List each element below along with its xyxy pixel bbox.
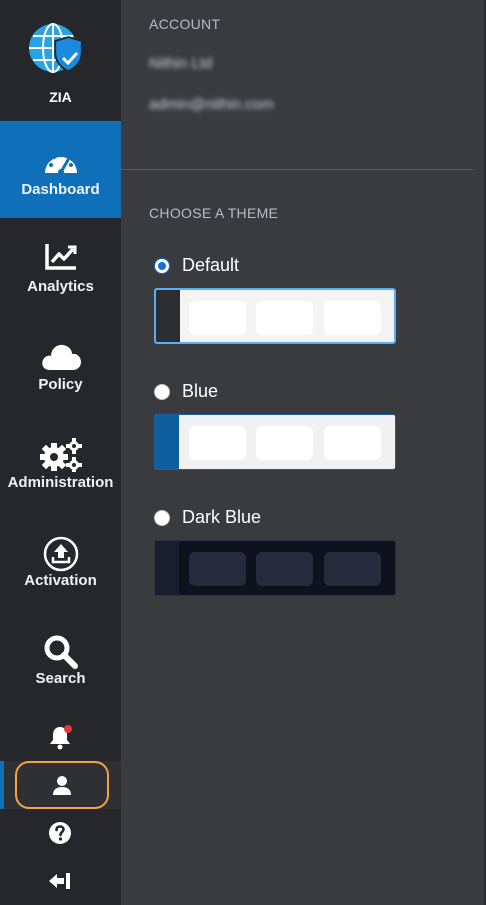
radio-dark-blue[interactable] <box>154 509 170 526</box>
user-row <box>0 761 121 809</box>
theme-preview-dark-blue[interactable] <box>154 540 396 596</box>
chart-icon <box>44 244 76 270</box>
nav-search[interactable]: Search <box>0 610 121 707</box>
preview-card <box>324 426 381 460</box>
preview-card <box>189 426 246 460</box>
account-panel: ACCOUNT Nithin Ltd admin@nithin.com CHOO… <box>121 0 486 905</box>
user-icon <box>53 776 71 795</box>
nav-policy-label: Policy <box>38 376 83 393</box>
upload-icon <box>43 536 78 572</box>
nav-administration[interactable]: Administration <box>0 414 121 511</box>
org-name: Nithin Ltd <box>149 55 213 72</box>
divider <box>121 169 473 170</box>
help-icon[interactable] <box>48 821 72 845</box>
theme-label-default: Default <box>182 255 240 275</box>
user-button[interactable] <box>15 761 109 809</box>
nav-administration-label: Administration <box>7 474 114 491</box>
theme-section-title: CHOOSE A THEME <box>149 205 279 221</box>
nav-policy[interactable]: Policy <box>0 316 121 413</box>
theme-option-dark-blue[interactable]: Dark Blue <box>154 507 261 528</box>
cloud-icon <box>41 344 81 370</box>
preview-card <box>256 301 313 335</box>
logo-label: ZIA <box>49 89 72 105</box>
theme-option-default[interactable]: Default <box>154 255 239 276</box>
active-indicator <box>0 761 4 809</box>
theme-option-blue[interactable]: Blue <box>154 381 218 402</box>
logo-block[interactable]: ZIA <box>0 0 121 121</box>
nav-analytics-label: Analytics <box>27 278 94 295</box>
preview-card <box>189 552 246 586</box>
nav-activation[interactable]: Activation <box>0 512 121 609</box>
search-icon <box>44 635 78 669</box>
gears-icon <box>39 438 82 472</box>
nav-search-label: Search <box>35 670 86 687</box>
theme-label-blue: Blue <box>182 381 219 401</box>
logout-icon[interactable] <box>47 870 71 892</box>
nav-activation-label: Activation <box>24 572 97 589</box>
preview-card <box>324 301 381 335</box>
account-section-title: ACCOUNT <box>149 16 221 32</box>
theme-preview-default[interactable] <box>154 288 396 344</box>
gauge-icon <box>44 152 77 175</box>
app-root: ZIA Dashboard Analytics Policy Administr… <box>0 0 486 905</box>
bell-icon[interactable] <box>47 724 73 750</box>
preview-card <box>256 552 313 586</box>
nav-analytics[interactable]: Analytics <box>0 218 121 315</box>
theme-label-dark-blue: Dark Blue <box>182 507 262 527</box>
preview-card <box>189 301 246 335</box>
preview-sidebar-strip <box>155 415 179 469</box>
sidebar: ZIA Dashboard Analytics Policy Administr… <box>0 0 121 905</box>
preview-card <box>324 552 381 586</box>
globe-shield-icon <box>29 23 83 73</box>
nav-dashboard-label: Dashboard <box>21 181 100 198</box>
nav-dashboard[interactable]: Dashboard <box>0 121 121 218</box>
theme-preview-blue[interactable] <box>154 414 396 470</box>
account-email: admin@nithin.com <box>149 96 274 113</box>
radio-blue[interactable] <box>154 383 170 400</box>
preview-sidebar-strip <box>156 290 180 342</box>
preview-card <box>256 426 313 460</box>
preview-sidebar-strip <box>155 541 179 595</box>
radio-default[interactable] <box>154 257 170 274</box>
